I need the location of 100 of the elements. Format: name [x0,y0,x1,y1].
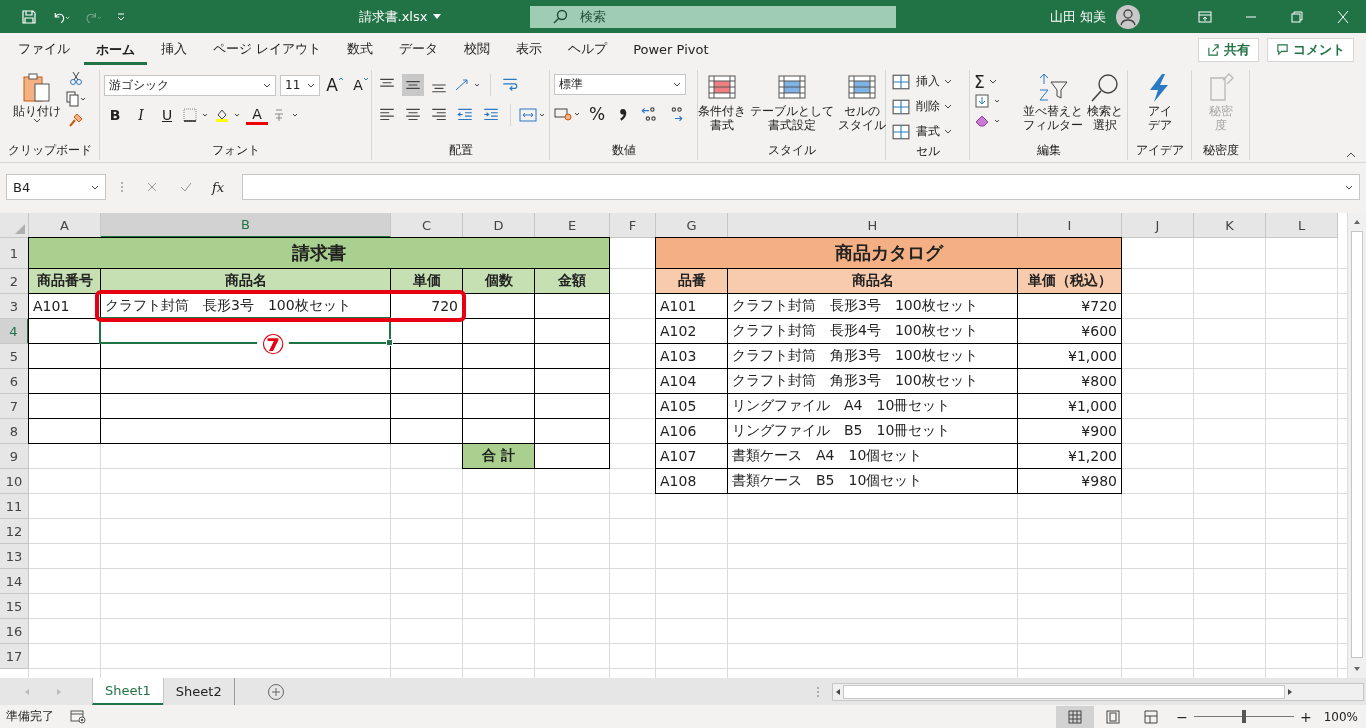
name-box[interactable]: B4 [6,174,106,200]
avatar-icon[interactable] [1116,4,1140,29]
row-header[interactable]: 12 [0,519,29,544]
autosum-button[interactable]: Σ [974,70,997,93]
row-header[interactable]: 10 [0,469,29,494]
row-header[interactable]: 16 [0,619,29,644]
style-button[interactable]: テーブルとして書式設定 [749,70,834,133]
cancel-icon[interactable] [146,181,158,193]
orientation-icon[interactable] [454,77,482,93]
font-color-button[interactable]: A [246,105,268,125]
style-button[interactable]: 条件付き書式 [697,70,746,133]
row-header[interactable]: 3 [0,294,29,319]
ribbon-display-icon[interactable] [1198,10,1212,23]
scrollbar-thumb[interactable] [843,684,1285,699]
row-header[interactable]: 7 [0,394,29,419]
row-header[interactable]: 5 [0,344,29,369]
comment-button[interactable]: コメント [1267,37,1354,62]
macro-record-icon[interactable] [70,709,86,724]
sheet-tab[interactable]: Sheet2 [162,678,234,705]
row-header[interactable]: 4 [0,319,29,344]
collapse-ribbon-icon[interactable] [1346,152,1356,158]
eraser-icon[interactable] [974,113,1002,129]
ribbon-tab[interactable]: 校閲 [452,34,503,65]
ribbon-tab[interactable]: ページ レイアウト [201,34,334,65]
fill-handle[interactable] [386,339,393,346]
save-icon[interactable] [20,8,38,25]
enter-icon[interactable] [180,181,192,193]
row-header[interactable]: 8 [0,419,29,444]
cell-button[interactable]: 挿入 [890,70,952,93]
row-header[interactable]: 1 [0,238,29,269]
merge-icon[interactable] [519,107,547,123]
sheet-tab[interactable]: Sheet1 [92,678,163,705]
ideas-button[interactable]: アイデア [1143,70,1176,133]
column-header[interactable]: L [1266,213,1338,238]
row-header[interactable]: 6 [0,369,29,394]
edit-button[interactable]: 検索と選択 [1087,70,1123,133]
ribbon-tab[interactable]: 表示 [504,34,555,65]
ribbon-tab[interactable]: ファイル [6,34,82,65]
underline-button[interactable]: U [156,104,178,126]
zoom-slider-thumb[interactable] [1241,710,1246,723]
column-header[interactable]: F [610,213,656,238]
ribbon-tab[interactable]: ヘルプ [556,34,620,65]
copy-icon[interactable] [64,91,87,107]
restore-icon[interactable] [1290,10,1304,23]
fill-color-icon[interactable] [214,107,242,123]
grow-font-button[interactable]: A [324,74,346,96]
column-header[interactable]: K [1194,213,1266,238]
align-middle-icon[interactable] [402,74,424,96]
share-button[interactable]: 共有 [1198,37,1259,62]
column-header[interactable]: I [1018,213,1122,238]
accounting-icon[interactable] [554,106,582,122]
column-header[interactable]: J [1122,213,1194,238]
row-header[interactable]: 14 [0,569,29,594]
border-icon[interactable] [182,107,210,123]
ribbon-tab[interactable]: Power Pivot [621,34,721,65]
row-header[interactable]: 13 [0,544,29,569]
column-header[interactable]: C [391,213,463,238]
bold-button[interactable]: B [104,104,126,126]
row-header[interactable]: 9 [0,444,29,469]
drag-handle-icon[interactable] [816,684,820,699]
font-size-field[interactable]: 11 [280,74,320,96]
formula-input[interactable] [242,174,1360,200]
drag-handle-icon[interactable] [120,180,124,194]
zoom-in-button[interactable]: + [1299,708,1312,725]
font-name-field[interactable]: 游ゴシック [104,74,276,96]
insert-function-button[interactable]: fx [212,179,225,195]
fill-icon[interactable] [974,93,1002,109]
shrink-font-button[interactable]: A [350,74,372,96]
add-sheet-icon[interactable] [266,682,285,701]
number-format-field[interactable]: 標準 [554,74,686,95]
row-header[interactable]: 11 [0,494,29,519]
column-header[interactable]: B [101,213,391,238]
ribbon-tab[interactable]: 挿入 [149,34,199,65]
column-header[interactable]: G [656,213,728,238]
ribbon-tab[interactable]: 数式 [335,34,386,65]
caret-icon[interactable] [433,14,442,19]
column-header[interactable]: E [535,213,610,238]
row-header[interactable]: 2 [0,269,29,294]
ribbon-tab[interactable]: データ [387,34,451,65]
column-header[interactable]: A [29,213,101,238]
table-header: 金額 [534,268,610,294]
column-header[interactable]: H [728,213,1018,238]
row-header[interactable]: 17 [0,644,29,669]
paste-button[interactable]: 貼り付け [12,70,61,124]
search-field[interactable]: 検索 [530,5,896,28]
caret-icon[interactable] [1345,184,1353,190]
scrollbar-thumb[interactable] [1351,231,1363,658]
edit-button[interactable]: 並べ替えとフィルター [1023,70,1083,133]
ribbon-tab[interactable]: ホーム [84,34,147,65]
customize-icon[interactable] [116,11,126,22]
cell-button[interactable]: 書式 [890,120,952,143]
normal-view-icon[interactable] [1056,705,1095,728]
style-button[interactable]: セルのスタイル [837,70,886,133]
italic-button[interactable]: I [130,104,152,126]
close-icon[interactable] [1336,10,1350,23]
column-header[interactable]: D [463,213,535,238]
percent-button[interactable]: % [586,103,608,125]
cell-button[interactable]: 削除 [890,95,952,118]
zoom-out-button[interactable]: − [1176,708,1188,725]
row-header[interactable]: 15 [0,594,29,619]
